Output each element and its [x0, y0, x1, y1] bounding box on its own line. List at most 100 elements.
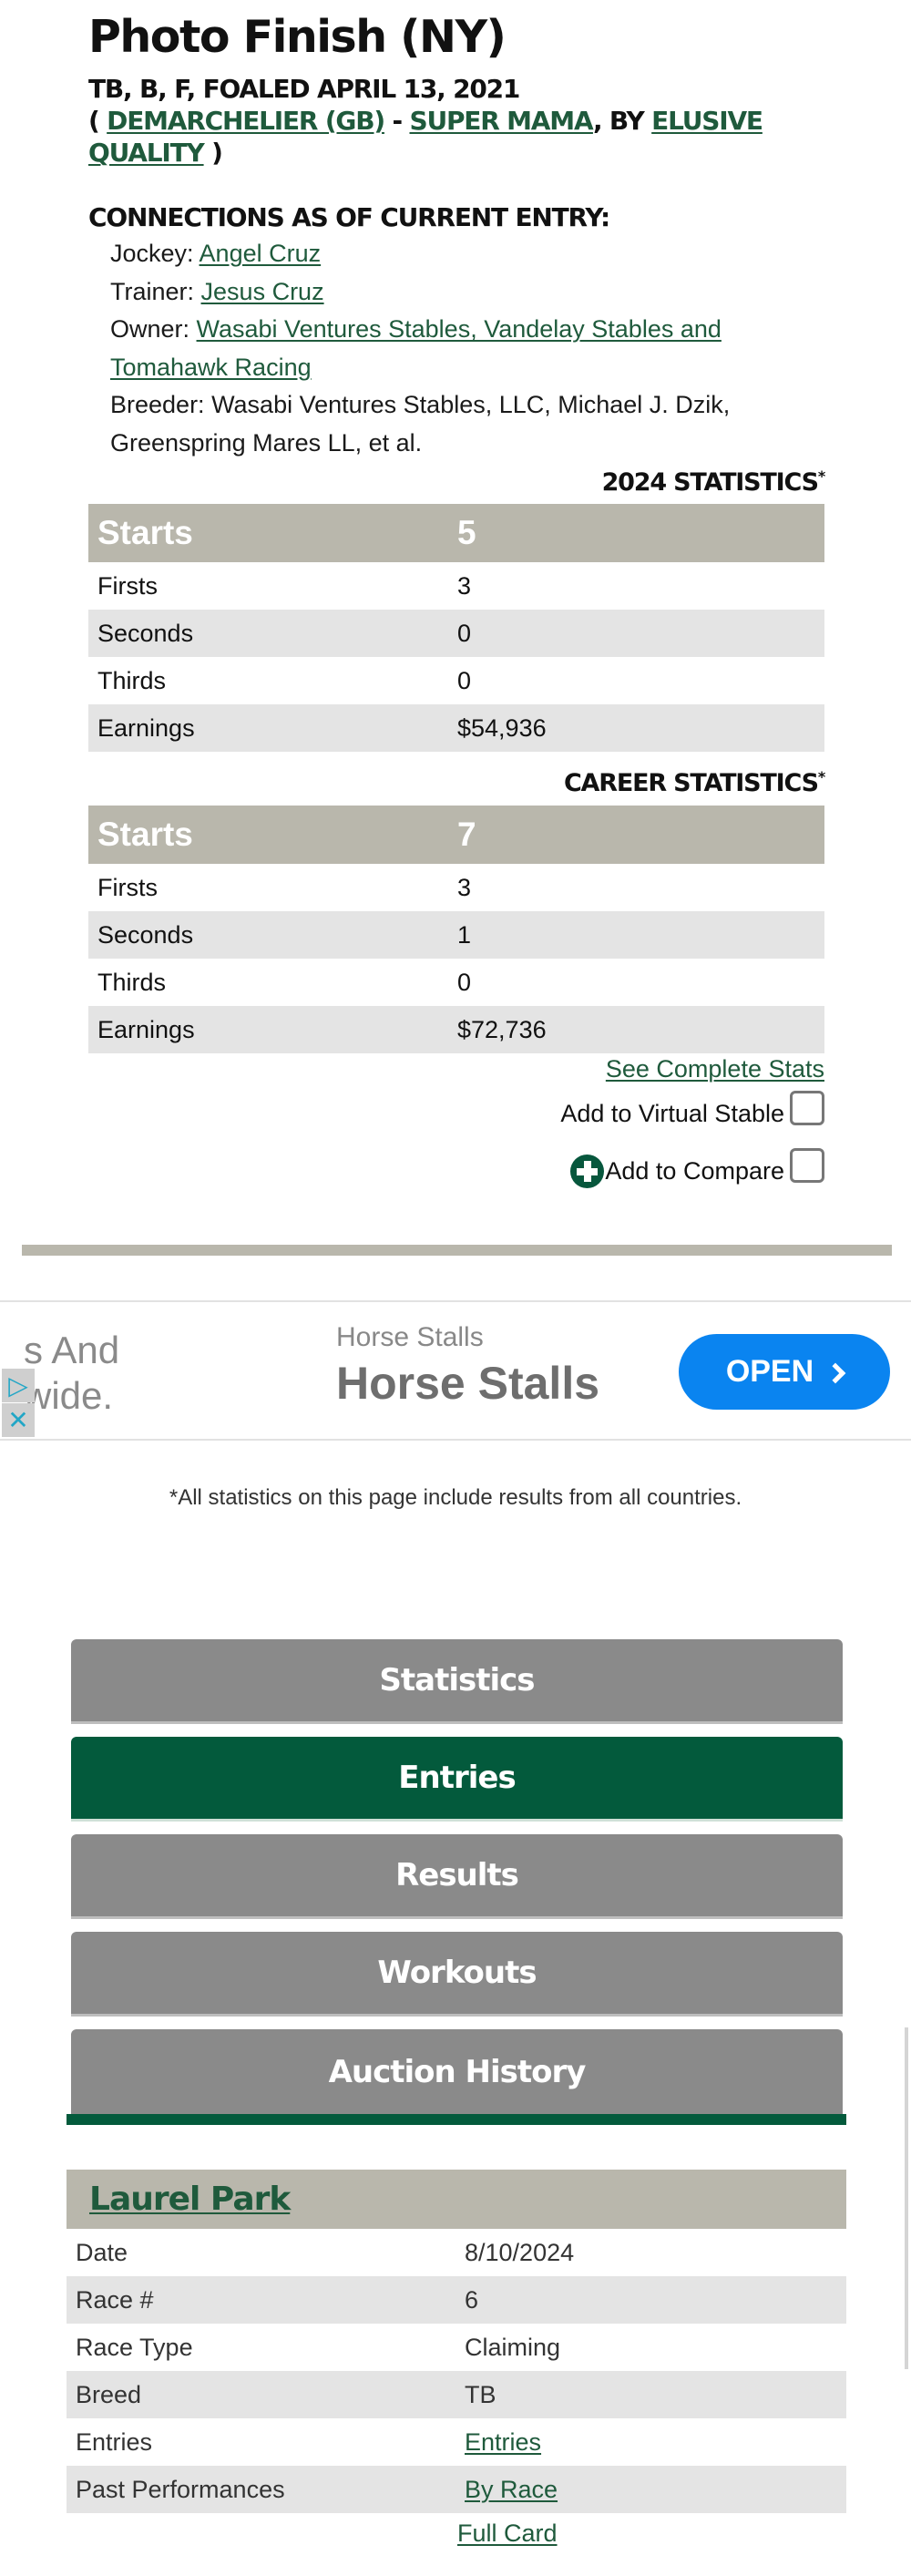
- tab-auction-history[interactable]: Auction History: [71, 2029, 843, 2114]
- ad-banner[interactable]: s And wide. ▷ ✕ Horse Stalls Horse Stall…: [0, 1300, 911, 1441]
- stats-career-title-text: CAREER STATISTICS: [563, 769, 819, 797]
- stat-value: 0: [457, 619, 472, 647]
- ad-headline: Horse Stalls: [336, 1358, 600, 1409]
- adchoices-icon[interactable]: ▷: [2, 1369, 35, 1402]
- starts-value: 7: [457, 816, 476, 853]
- add-virtual-stable-checkbox[interactable]: [790, 1090, 824, 1125]
- horse-name: Photo Finish (NY): [88, 11, 507, 63]
- breeder-row: Breeder: Wasabi Ventures Stables, LLC, M…: [110, 386, 784, 462]
- entry-row: Date 8/10/2024: [67, 2229, 846, 2276]
- asterisk: *: [817, 467, 825, 485]
- paren-close: ): [203, 138, 223, 168]
- stats-2024-title: 2024 STATISTICS*: [602, 467, 826, 497]
- stats-row: Seconds 1: [88, 911, 824, 959]
- stat-value: 3: [457, 873, 472, 901]
- stats-career-title: CAREER STATISTICS*: [563, 768, 825, 797]
- tab-results[interactable]: Results: [71, 1834, 843, 1919]
- add-virtual-stable-label: Add to Virtual Stable: [560, 1100, 784, 1127]
- stat-value: $72,736: [457, 1015, 547, 1043]
- trainer-row: Trainer: Jesus Cruz: [110, 273, 784, 312]
- tab-entries[interactable]: Entries: [71, 1737, 843, 1822]
- starts-label: Starts: [97, 514, 193, 551]
- entry-row: Entries Entries: [67, 2418, 846, 2466]
- stat-label: Firsts: [97, 571, 158, 600]
- owner-link[interactable]: Wasabi Ventures Stables, Vandelay Stable…: [110, 315, 722, 381]
- paren-open: (: [88, 106, 107, 136]
- stat-label: Earnings: [97, 713, 195, 742]
- entry-row: Breed TB: [67, 2371, 846, 2418]
- horse-pedigree: TB, B, F, FOALED APRIL 13, 2021 ( DEMARC…: [88, 73, 824, 169]
- asterisk: *: [817, 768, 825, 785]
- dam-link[interactable]: SUPER MAMA: [409, 106, 594, 136]
- stat-value: $54,936: [457, 713, 547, 742]
- stats-row: Earnings $54,936: [88, 704, 824, 752]
- stats-row: Firsts 3: [88, 864, 824, 911]
- stat-value: 0: [457, 968, 472, 996]
- stats-2024-table: Starts 5 Firsts 3 Seconds 0 Thirds 0 Earnin…: [88, 504, 824, 752]
- tab-underline: [67, 2114, 846, 2125]
- starts-label: Starts: [97, 816, 193, 853]
- statistics-footnote: *All statistics on this page include res…: [169, 1485, 742, 1510]
- entry-row: Race Type Claiming: [67, 2324, 846, 2371]
- stat-value: 1: [457, 920, 472, 949]
- pedigree-by: , BY: [592, 106, 652, 136]
- stats-2024-header: Starts 5: [88, 504, 824, 562]
- entry-label: Race Type: [76, 2333, 193, 2361]
- pedigree-line: ( DEMARCHELIER (GB) - SUPER MAMA, BY ELU…: [88, 105, 824, 169]
- ad-left-text-line: wide.: [24, 1374, 114, 1417]
- tab-statistics[interactable]: Statistics: [71, 1639, 843, 1724]
- ad-left-text: s And wide.: [24, 1328, 119, 1419]
- entries-link[interactable]: Entries: [465, 2428, 541, 2456]
- stat-label: Thirds: [97, 666, 167, 694]
- stat-label: Thirds: [97, 968, 167, 996]
- pedigree-separator: -: [384, 106, 410, 136]
- sire-link[interactable]: DEMARCHELIER (GB): [107, 106, 385, 136]
- see-complete-stats-link[interactable]: See Complete Stats: [606, 1055, 824, 1083]
- entry-value: By Race: [465, 2476, 846, 2504]
- jockey-label: Jockey:: [110, 240, 200, 267]
- add-compare-checkbox[interactable]: [790, 1147, 824, 1183]
- horse-header: Photo Finish (NY) TB, B, F, FOALED APRIL…: [88, 9, 824, 169]
- entry-value: Claiming: [465, 2333, 561, 2361]
- owner-row: Owner: Wasabi Ventures Stables, Vandelay…: [110, 311, 784, 386]
- ad-advertiser: Horse Stalls: [336, 1322, 484, 1352]
- stat-label: Firsts: [97, 873, 158, 901]
- ad-close-icon[interactable]: ✕: [2, 1403, 35, 1437]
- stats-row: Thirds 0: [88, 959, 824, 1006]
- scrollbar[interactable]: [905, 2027, 908, 2369]
- section-divider: [22, 1245, 892, 1256]
- stats-2024-body: Firsts 3 Seconds 0 Thirds 0 Earnings $54,936: [88, 562, 824, 752]
- entry-label: Entries: [76, 2427, 153, 2456]
- entry-label: Breed: [76, 2380, 142, 2408]
- starts-value: 5: [457, 514, 476, 551]
- tab-workouts[interactable]: Workouts: [71, 1932, 843, 2017]
- jockey-row: Jockey: Angel Cruz: [110, 235, 784, 273]
- stats-row: Firsts 3: [88, 562, 824, 610]
- stat-label: Seconds: [97, 619, 194, 647]
- ad-left-text-line: s And: [24, 1329, 120, 1371]
- connections-list: Jockey: Angel Cruz Trainer: Jesus Cruz O…: [110, 235, 784, 462]
- by-race-link[interactable]: By Race: [465, 2476, 558, 2503]
- stat-value: 3: [457, 571, 472, 600]
- trainer-link[interactable]: Jesus Cruz: [201, 278, 324, 305]
- stats-career-header: Starts 7: [88, 806, 824, 864]
- add-compare-label: Add to Compare: [605, 1157, 784, 1185]
- stats-row: Thirds 0: [88, 657, 824, 704]
- stat-label: Seconds: [97, 920, 194, 949]
- entry-label: Date: [76, 2238, 128, 2266]
- ad-open-button[interactable]: OPEN: [679, 1334, 890, 1410]
- entry-row: Race # 6: [67, 2276, 846, 2324]
- plus-circle-icon[interactable]: [570, 1155, 605, 1188]
- entry-value: Entries: [465, 2428, 846, 2457]
- jockey-link[interactable]: Angel Cruz: [200, 240, 322, 267]
- full-card-link[interactable]: Full Card: [457, 2520, 558, 2548]
- add-virtual-stable-row: Add to Virtual Stable: [560, 1090, 824, 1128]
- track-link[interactable]: Laurel Park: [89, 2181, 291, 2218]
- stats-career-table: Starts 7 Firsts 3 Seconds 1 Thirds 0 Earnin…: [88, 806, 824, 1053]
- breeder-label: Breeder:: [110, 391, 212, 418]
- entry-label: Race #: [76, 2285, 154, 2314]
- entry-details-table: Date 8/10/2024 Race #6 Race Type Claiming …: [67, 2229, 846, 2513]
- track-header: Laurel Park: [67, 2170, 846, 2229]
- chevron-right-icon: [824, 1362, 846, 1383]
- stats-career-body: Firsts 3 Seconds 1 Thirds 0 Earnings $72,736: [88, 864, 824, 1053]
